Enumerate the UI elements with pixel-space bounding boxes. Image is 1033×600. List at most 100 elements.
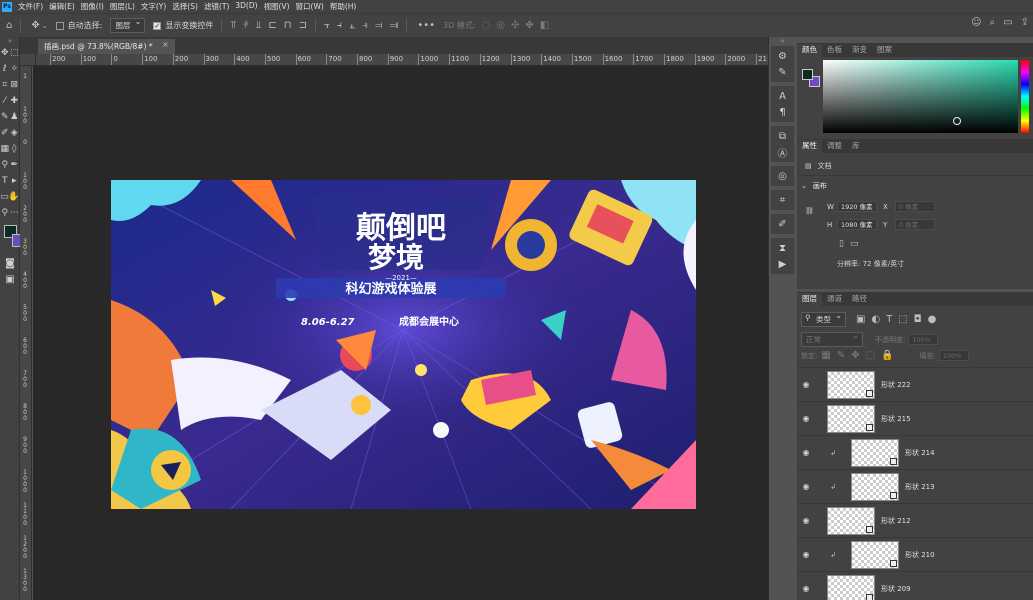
paragraph-icon[interactable]: ¶ [771,104,794,120]
artwork-image[interactable]: 颠倒吧 梦境 —2021— 科幻游戏体验展 8.06-6.27 成都会展中心 [111,180,696,509]
lock-transparency-icon[interactable]: ▦ [821,350,830,361]
layer-row[interactable]: ◉ ↲ 形状 213 [797,469,1033,503]
menu-3d[interactable]: 3D(D) [232,1,260,12]
color-picker-field[interactable] [823,60,1018,133]
vertical-ruler[interactable]: 1 1 0 0 0 1 0 0 2 0 0 3 0 0 4 0 0 5 0 0 6 0 0 7 0… [20,66,32,600]
3d-orbit-icon[interactable]: ◌ [482,20,491,31]
pixel-filter-icon[interactable]: ▣ [856,314,865,325]
fill-field[interactable]: 100% [938,350,969,361]
crop-tool-icon[interactable]: ⌗ [0,77,10,93]
lock-pixels-icon[interactable]: ✎ [837,350,845,361]
filter-toggle-icon[interactable]: ● [928,314,937,325]
zoom-tool-icon[interactable]: ⚲ [0,205,10,221]
canvas-x-field[interactable]: 0 像素 [895,201,935,212]
spot-heal-tool-icon[interactable]: ✚ [10,93,20,109]
align-top-icon[interactable]: ⫪ [230,20,236,31]
visibility-eye-icon[interactable]: ◉ [797,584,815,593]
brushes-icon[interactable]: ✎ [771,64,794,80]
landscape-orientation-icon[interactable]: ▭ [850,239,859,249]
tab-patterns[interactable]: 图案 [872,44,897,57]
distribute-hcenter-icon[interactable]: ⫤ [375,20,383,31]
layer-filter-dropdown[interactable]: ⚲ 类型 [801,311,846,327]
lock-artboard-icon[interactable]: ⬚ [866,350,875,361]
eyedropper-tool-icon[interactable]: ⁄ [0,93,10,109]
foreground-color-swatch[interactable] [802,69,813,80]
user-icon[interactable]: ☺ [971,18,981,28]
portrait-orientation-icon[interactable]: ▯ [839,239,844,249]
distribute-top-icon[interactable]: ⫟ [324,20,330,31]
home-icon[interactable]: ⌂ [6,20,12,31]
visibility-eye-icon[interactable]: ◉ [797,448,815,457]
align-right-icon[interactable]: ⊐ [299,20,307,31]
layer-name[interactable]: 形状 210 [905,550,935,560]
tab-gradients[interactable]: 渐变 [847,44,872,57]
canvas-section-header[interactable]: ⌄ 画布 [801,181,827,191]
canvas-area[interactable]: 颠倒吧 梦境 —2021— 科幻游戏体验展 8.06-6.27 成都会展中心 [33,66,768,600]
menu-filter[interactable]: 滤镜(T) [201,1,232,12]
menu-layer[interactable]: 图层(L) [107,1,138,12]
crop-icon[interactable]: ⌗ [771,192,794,208]
auto-select-dropdown[interactable]: 图层 [110,17,146,33]
layer-name[interactable]: 形状 215 [881,414,911,424]
glyphs-icon[interactable]: ⧉ [771,128,794,144]
history-icon[interactable]: ⧗ [771,240,794,256]
share-icon[interactable]: ⇪ [1021,18,1029,28]
3d-pan-icon[interactable]: ✣ [511,20,519,31]
marquee-tool-icon[interactable]: ⬚ [10,45,20,61]
navigator-icon[interactable]: ◎ [771,168,794,184]
menu-image[interactable]: 图像(I) [78,1,107,12]
more-options-icon[interactable]: ••• [417,20,435,31]
gradient-tool-icon[interactable]: ▦ [0,141,10,157]
text-filter-icon[interactable]: T [886,314,892,325]
horizontal-ruler[interactable]: 200 100 0 100 200 300 400 500 600 700 800 900 1000 11… [36,54,768,66]
tab-channels[interactable]: 通道 [822,293,847,306]
lasso-tool-icon[interactable]: ℓ [0,61,10,77]
layer-row[interactable]: ◉ 形状 212 [797,503,1033,537]
workspace-icon[interactable]: ▭ [1003,18,1012,28]
canvas-y-field[interactable]: 0 像素 [895,219,935,230]
blend-mode-dropdown[interactable]: 正常 [801,331,863,347]
tab-properties[interactable]: 属性 [797,140,822,153]
tab-paths[interactable]: 路径 [847,293,872,306]
character-icon[interactable]: A [771,88,794,104]
visibility-eye-icon[interactable]: ◉ [797,482,815,491]
edit-toolbar-icon[interactable]: ⋯ [10,205,20,221]
type-tool-icon[interactable]: T [0,173,10,189]
eraser-tool-icon[interactable]: ◈ [10,125,20,141]
hue-slider[interactable] [1021,60,1029,133]
screen-mode-icon[interactable]: ▣ [0,271,20,287]
3d-scale-icon[interactable]: ◧ [540,20,549,31]
align-vcenter-icon[interactable]: ⫩ [243,20,249,31]
3d-slide-icon[interactable]: ✤ [525,20,533,31]
pen-tool-icon[interactable]: ✒ [10,157,20,173]
collapse-icon[interactable]: » [0,37,20,45]
adjustment-filter-icon[interactable]: ◐ [871,314,880,325]
color-picker-handle[interactable] [953,117,961,125]
menu-view[interactable]: 视图(V) [261,1,293,12]
visibility-eye-icon[interactable]: ◉ [797,380,815,389]
shape-filter-icon[interactable]: ⬚ [898,314,907,325]
align-left-icon[interactable]: ⊏ [268,20,276,31]
tab-color[interactable]: 颜色 [797,44,822,57]
align-hcenter-icon[interactable]: ⊓ [284,20,292,31]
close-tab-icon[interactable]: × [162,40,169,49]
layer-name[interactable]: 形状 213 [905,482,935,492]
brush-presets-icon[interactable]: ✐ [771,216,794,232]
blur-tool-icon[interactable]: ◊ [10,141,20,157]
layer-row[interactable]: ◉ 形状 209 [797,571,1033,600]
layer-name[interactable]: 形状 222 [881,380,911,390]
visibility-eye-icon[interactable]: ◉ [797,516,815,525]
tab-swatches[interactable]: 色板 [822,44,847,57]
quick-mask-icon[interactable]: ◙ [0,255,20,271]
tab-libraries[interactable]: 库 [847,140,865,153]
distribute-vcenter-icon[interactable]: ⫞ [337,20,342,31]
actions-play-icon[interactable]: ▶ [771,256,794,272]
character-styles-icon[interactable]: Ⓐ [771,144,794,160]
3d-roll-icon[interactable]: ◎ [496,20,505,31]
opacity-field[interactable]: 100% [908,334,939,345]
brush-settings-icon[interactable]: ⚙ [771,48,794,64]
layer-name[interactable]: 形状 209 [881,584,911,594]
move-tool-icon[interactable]: ✥ [0,45,10,61]
show-transform-checkbox[interactable]: ✓ [153,21,162,30]
stamp-tool-icon[interactable]: ♟ [10,109,20,125]
